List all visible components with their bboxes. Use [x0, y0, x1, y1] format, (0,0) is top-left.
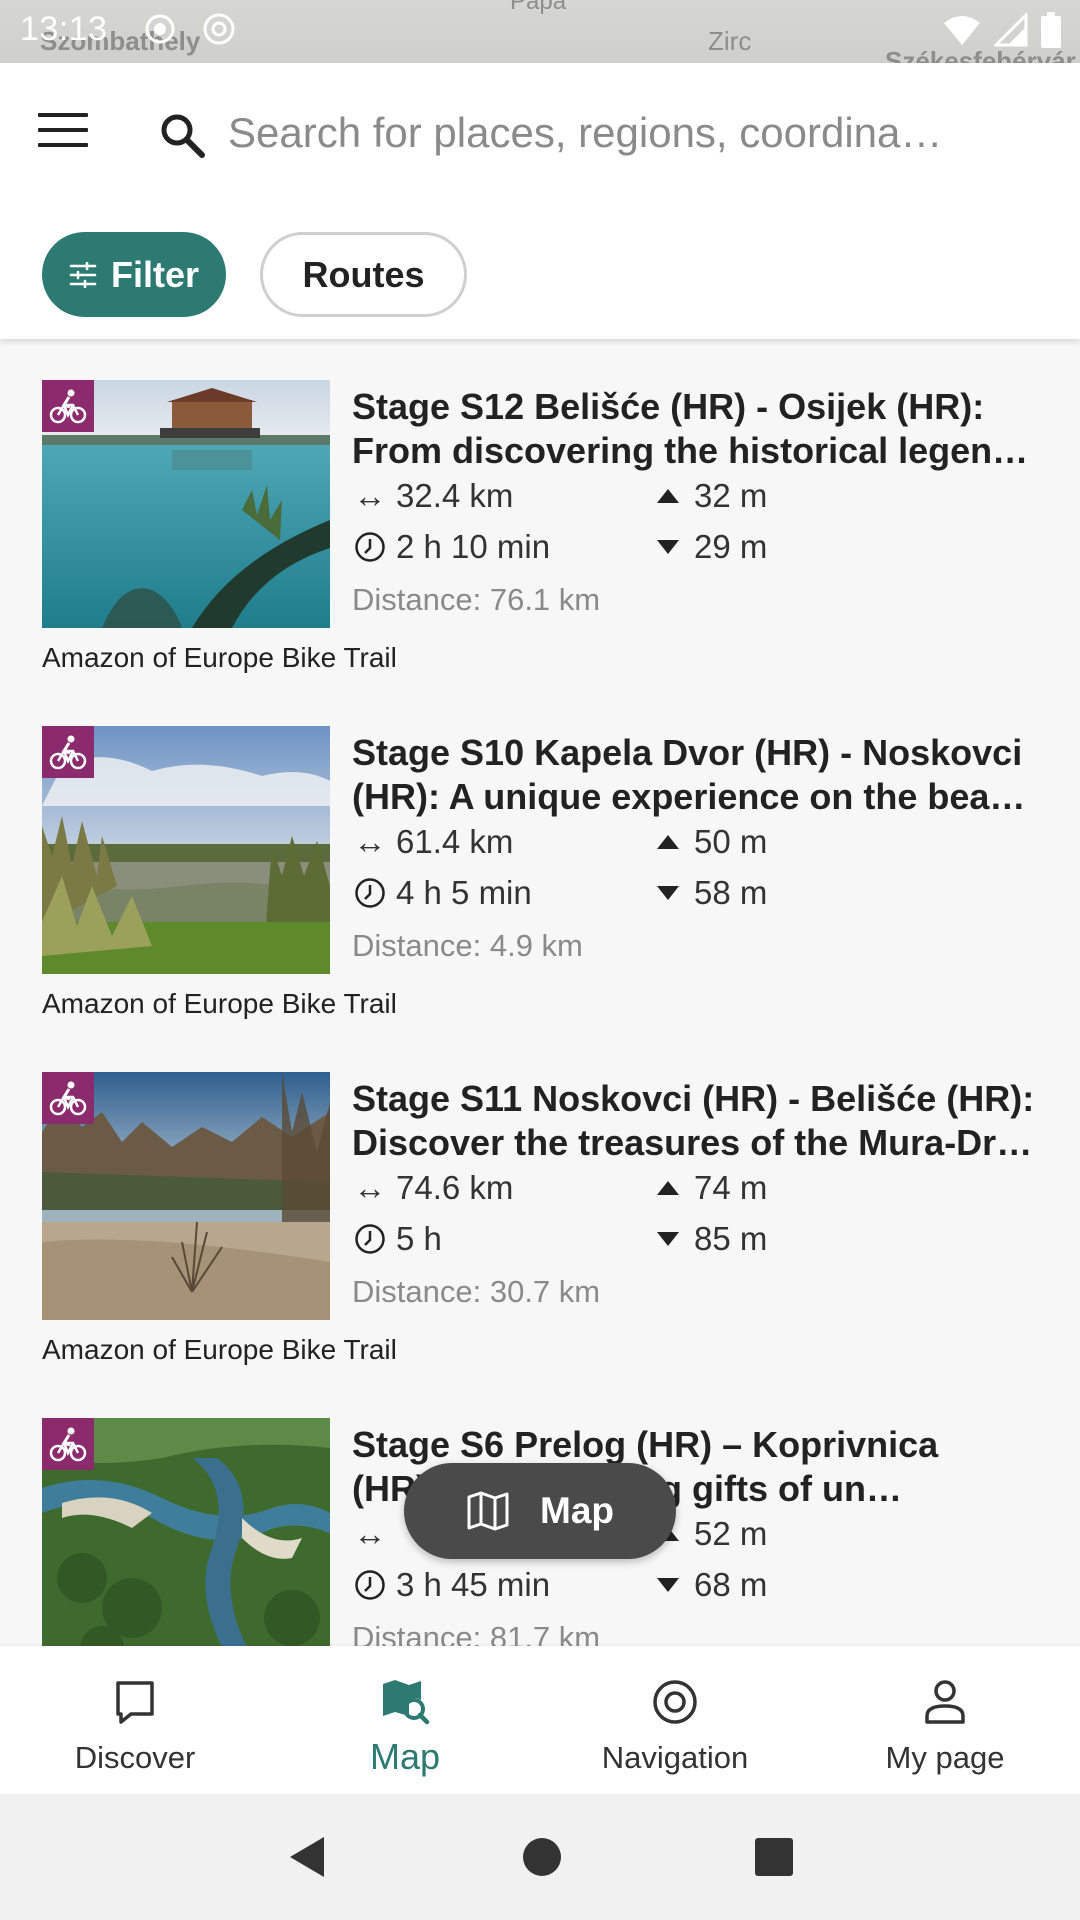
route-thumbnail: [42, 1418, 330, 1646]
route-title[interactable]: Stage S11 Noskovci (HR) - Belišće (HR): …: [352, 1077, 1042, 1165]
map-label: Pápa: [510, 0, 567, 15]
route-distance: Distance: 30.7 km: [352, 1274, 601, 1309]
route-length: ↔: [352, 1515, 396, 1553]
map-toggle-label: Map: [540, 1490, 614, 1531]
map-label: Székesfehérvár: [885, 46, 1076, 63]
ascent-icon: [650, 488, 686, 504]
map-icon: [467, 1491, 509, 1531]
route-length: ↔ 32.4 km: [353, 477, 514, 514]
route-list[interactable]: Stage S12 Belišće (HR) - Osijek (HR): Fr…: [0, 339, 1080, 1646]
route-descent: 85 m: [650, 1220, 767, 1258]
wifi-icon: [944, 16, 980, 45]
record-icon: [145, 14, 175, 44]
route-trail-name[interactable]: Amazon of Europe Bike Trail: [42, 1334, 397, 1366]
route-title[interactable]: Stage S12 Belišće (HR) - Osijek (HR): Fr…: [352, 385, 1042, 473]
bike-icon: [42, 1072, 94, 1124]
route-ascent: 32 m: [650, 477, 767, 515]
map-label: Zirc: [708, 26, 752, 56]
route-thumbnail: [42, 1072, 330, 1320]
length-arrows-icon: ↔: [353, 1515, 387, 1552]
bike-icon: [42, 380, 94, 432]
clock-icon: [352, 1569, 388, 1601]
length-arrows-icon: ↔: [353, 1169, 387, 1206]
status-bar: Szombathely Pápa Zirc Székesfehérvár 13:…: [0, 0, 1080, 63]
descent-icon: [650, 539, 686, 555]
route-distance: Distance: 4.9 km: [352, 928, 583, 963]
route-trail-name[interactable]: Amazon of Europe Bike Trail: [42, 988, 397, 1020]
route-distance: Distance: 76.1 km: [352, 582, 601, 617]
descent-icon: [650, 885, 686, 901]
nav-item-map[interactable]: Map: [270, 1646, 540, 1794]
route-thumbnail: [42, 380, 330, 628]
route-descent: 58 m: [650, 874, 767, 912]
filter-chip-label: Filter: [110, 253, 199, 295]
filter-chip[interactable]: Filter: [42, 232, 226, 317]
route-distance: Distance: 81.7 km: [352, 1620, 601, 1646]
route-length: ↔ 61.4 km: [353, 823, 514, 860]
signal-icon: [994, 13, 1028, 47]
route-descent: 68 m: [650, 1566, 767, 1604]
status-time: 13:13: [20, 10, 108, 48]
route-list-item[interactable]: Stage S12 Belišće (HR) - Osijek (HR): Fr…: [0, 339, 1080, 685]
length-arrows-icon: ↔: [353, 823, 387, 860]
top-app-bar: Filter Routes: [0, 63, 1080, 339]
route-duration: 4 h 5 min: [352, 874, 532, 912]
filter-sliders-icon: [69, 261, 97, 288]
person-icon: [925, 1680, 965, 1724]
route-duration: 5 h: [352, 1220, 442, 1258]
map-toggle-button[interactable]: Map: [404, 1463, 676, 1559]
route-list-item[interactable]: Stage S11 Noskovci (HR) - Belišće (HR): …: [0, 1031, 1080, 1377]
route-length: ↔ 74.6 km: [353, 1169, 514, 1206]
bike-icon: [42, 726, 94, 778]
search-input[interactable]: [228, 103, 1048, 163]
nav-item-my-page[interactable]: My page: [810, 1646, 1080, 1794]
bottom-navigation: Discover Map Navigation My page: [0, 1646, 1080, 1794]
navigation-target-icon: [653, 1680, 697, 1724]
hamburger-menu-icon[interactable]: [38, 113, 88, 149]
bike-icon: [42, 1418, 94, 1470]
route-ascent: 74 m: [650, 1169, 767, 1207]
route-duration: 2 h 10 min: [352, 528, 550, 566]
home-icon[interactable]: [522, 1837, 562, 1877]
search-icon[interactable]: [158, 111, 206, 159]
ascent-icon: [650, 1180, 686, 1196]
recents-icon[interactable]: [754, 1837, 794, 1877]
system-navigation-bar: [0, 1794, 1080, 1920]
route-duration: 3 h 45 min: [352, 1566, 550, 1604]
discover-icon: [116, 1681, 154, 1724]
routes-chip[interactable]: Routes: [260, 232, 467, 317]
descent-icon: [650, 1577, 686, 1593]
descent-icon: [650, 1231, 686, 1247]
nav-item-navigation[interactable]: Navigation: [540, 1646, 810, 1794]
route-thumbnail: [42, 726, 330, 974]
route-list-item[interactable]: Stage S10 Kapela Dvor (HR) - Noskovci (H…: [0, 685, 1080, 1031]
back-icon[interactable]: [286, 1833, 330, 1881]
battery-icon: [1041, 12, 1061, 48]
length-arrows-icon: ↔: [353, 477, 387, 514]
nav-item-discover[interactable]: Discover: [0, 1646, 270, 1794]
route-descent: 29 m: [650, 528, 767, 566]
routes-chip-label: Routes: [302, 253, 425, 295]
clock-icon: [352, 531, 388, 563]
ascent-icon: [650, 834, 686, 850]
clock-icon: [352, 1223, 388, 1255]
route-ascent: 50 m: [650, 823, 767, 861]
route-title[interactable]: Stage S10 Kapela Dvor (HR) - Noskovci (H…: [352, 731, 1042, 819]
map-search-icon: [383, 1680, 430, 1725]
at-icon: [203, 13, 235, 45]
route-trail-name[interactable]: Amazon of Europe Bike Trail: [42, 642, 397, 674]
clock-icon: [352, 877, 388, 909]
